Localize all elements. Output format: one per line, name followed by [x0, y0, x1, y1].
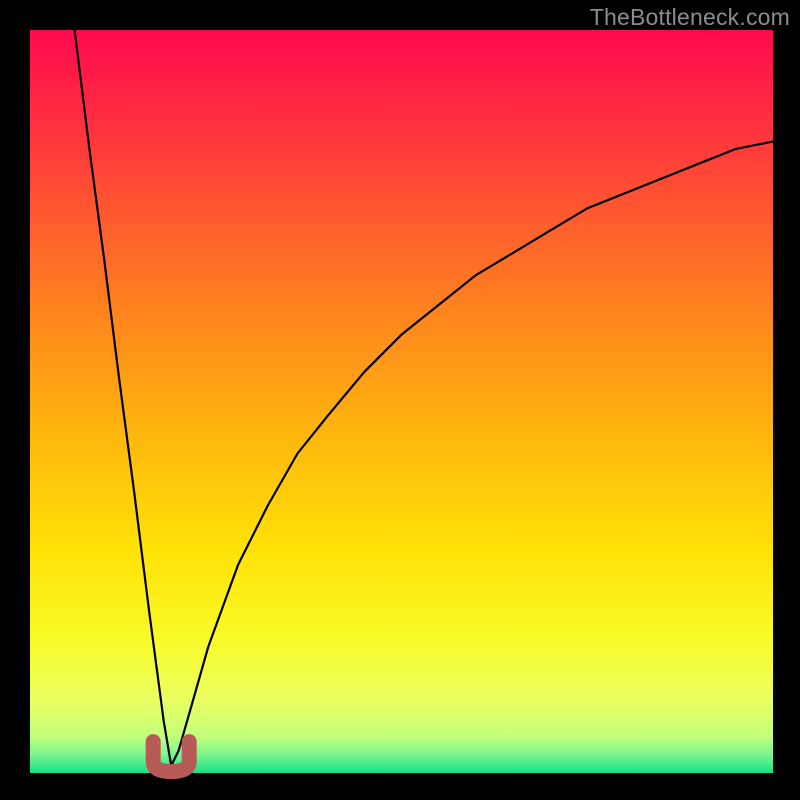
- chart-svg: [0, 0, 800, 800]
- chart-stage: TheBottleneck.com: [0, 0, 800, 800]
- attribution-label: TheBottleneck.com: [590, 4, 790, 31]
- plot-background: [30, 30, 773, 773]
